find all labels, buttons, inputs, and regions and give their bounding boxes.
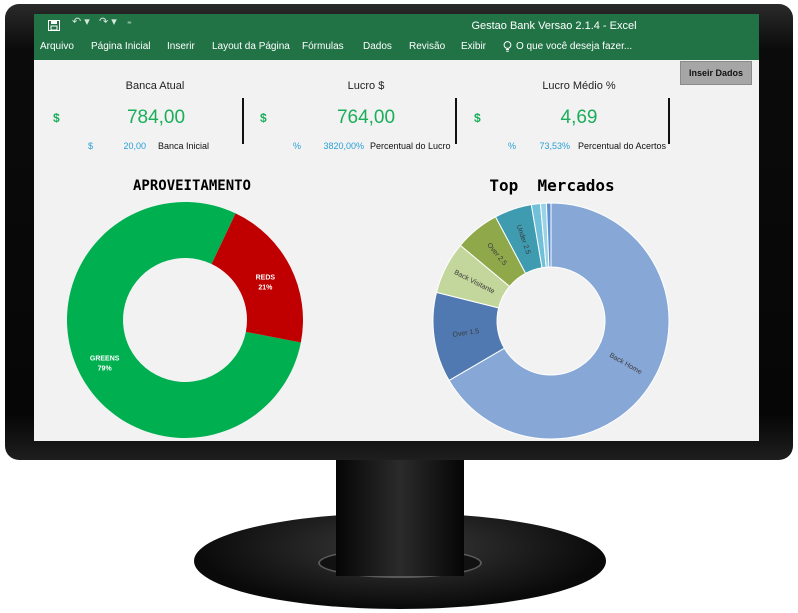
kpi-sub-symbol: % [293, 141, 302, 151]
chart-title-aproveitamento: APROVEITAMENTO [132, 178, 251, 194]
undo-icon[interactable]: ↶ ▾ [72, 15, 90, 28]
kpi-divider [668, 98, 670, 144]
tab-arquivo[interactable]: Arquivo [40, 41, 74, 52]
kpi-sub-label-banca-inicial: Banca Inicial [158, 141, 210, 151]
tab-dados[interactable]: Dados [363, 41, 392, 52]
save-icon[interactable] [48, 18, 60, 31]
kpi-sub-label-percentual-lucro: Percentual do Lucro [370, 141, 451, 151]
kpi-currency-lucro-medio: $ [474, 111, 481, 125]
kpi-sub-symbol: $ [88, 141, 94, 151]
redo-icon[interactable]: ↷ ▾ [99, 15, 117, 28]
tab-pagina-inicial[interactable]: Página Inicial [91, 41, 150, 52]
lightbulb-icon [503, 40, 512, 58]
kpi-sub-label-percentual-acertos: Percentual do Acertos [578, 141, 667, 151]
kpi-title-lucro-medio: Lucro Médio % [542, 80, 616, 92]
tell-me-search[interactable]: O que você deseja fazer... [516, 41, 632, 52]
kpi-divider [455, 98, 457, 144]
chart-title-top-mercados: Top Mercados [489, 176, 615, 195]
tab-inserir[interactable]: Inserir [167, 41, 195, 52]
kpi-currency-lucro: $ [260, 111, 267, 125]
kpi-sub-value-percentual-lucro: 3820,00% [323, 141, 364, 151]
monitor-neck [336, 458, 464, 576]
tab-layout[interactable]: Layout da Página [212, 41, 290, 52]
window-title: Gestao Bank Versao 2.1.4 - Excel [471, 20, 637, 32]
kpi-title-banca-atual: Banca Atual [125, 80, 185, 92]
slice-label: REDS [256, 274, 276, 281]
tab-exibir[interactable]: Exibir [461, 41, 486, 52]
ribbon: ↶ ▾ ↷ ▾ ₌ Gestao Bank Versao 2.1.4 - Exc… [34, 14, 759, 60]
slice-label: GREENS [90, 356, 120, 363]
customize-icon[interactable]: ₌ [127, 16, 132, 27]
slice-value-label: 21% [258, 284, 273, 291]
kpi-divider [242, 98, 244, 144]
chart-top-mercados: Back HomeOver 1.5Back VisitanteOver 2.5 U… [432, 202, 670, 440]
insert-data-button[interactable]: Inseir Dados [680, 61, 752, 85]
kpi-value-lucro-medio: 4,69 [560, 107, 598, 128]
kpi-sub-value-percentual-acertos: 73,53% [539, 141, 570, 151]
chart-aproveitamento: GREENS 79% REDS 21% [66, 201, 303, 438]
slice-value-label: 79% [98, 366, 113, 373]
kpi-sub-value-banca-inicial: 20,00 [123, 141, 146, 151]
kpi-value-lucro: 764,00 [336, 107, 396, 128]
excel-window: ↶ ▾ ↷ ▾ ₌ Gestao Bank Versao 2.1.4 - Exc… [34, 14, 759, 441]
kpi-value-banca-atual: 784,00 [126, 107, 186, 128]
kpi-currency-banca-atual: $ [53, 111, 60, 125]
kpi-title-lucro: Lucro $ [347, 80, 385, 92]
tab-revisao[interactable]: Revisão [409, 41, 445, 52]
tab-formulas[interactable]: Fórmulas [302, 41, 344, 52]
